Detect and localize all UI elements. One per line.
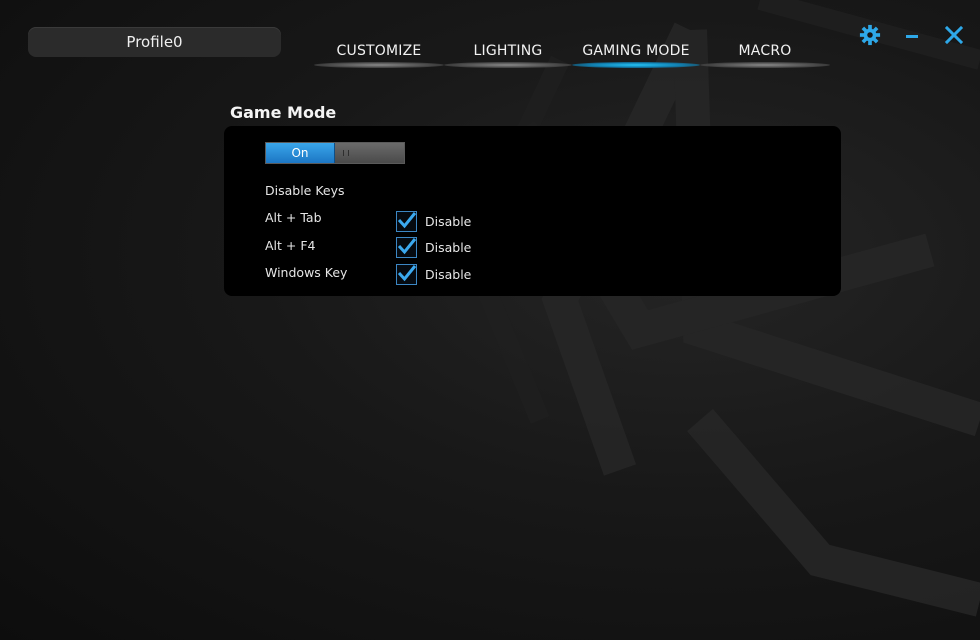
app-window: Profile0 CUSTOMIZE LIGHTING GAMING MODE …: [0, 0, 980, 640]
minimize-button[interactable]: [900, 22, 924, 48]
alt-f4-disable-checkbox[interactable]: [396, 237, 417, 258]
tab-label-customize: CUSTOMIZE: [336, 43, 422, 59]
page-title: Game Mode: [230, 103, 337, 122]
profile-name: Profile0: [126, 33, 183, 51]
alt-tab-disable-checkbox[interactable]: [396, 211, 417, 232]
tab-label-gaming-mode: GAMING MODE: [582, 43, 690, 59]
checkmark-icon: [397, 212, 417, 229]
key-name-alt-tab: Alt + Tab: [265, 210, 322, 225]
settings-button[interactable]: [858, 22, 882, 48]
windows-key-disable-checkbox[interactable]: [396, 264, 417, 285]
alt-tab-disable-label: Disable: [425, 214, 472, 229]
close-button[interactable]: [942, 22, 966, 48]
tab-underline: [700, 62, 830, 68]
gear-icon: [859, 24, 881, 46]
tab-label-macro: MACRO: [738, 43, 792, 59]
toggle-on-label: On: [291, 146, 309, 160]
disable-keys-heading: Disable Keys: [265, 183, 345, 198]
close-icon: [945, 26, 963, 44]
tab-macro[interactable]: MACRO: [700, 40, 830, 68]
toggle-off-segment: [335, 143, 404, 163]
toggle-grip-icon: [343, 150, 349, 156]
windows-key-disable-label: Disable: [425, 267, 472, 282]
toggle-on-segment: On: [266, 143, 335, 163]
game-mode-toggle[interactable]: On: [265, 142, 405, 164]
profile-selector[interactable]: Profile0: [28, 27, 281, 57]
window-controls: [858, 22, 966, 48]
tab-lighting[interactable]: LIGHTING: [444, 40, 572, 68]
tab-underline: [314, 62, 444, 68]
minimize-icon: [906, 35, 918, 38]
tab-label-lighting: LIGHTING: [473, 43, 543, 59]
tab-underline: [444, 62, 572, 68]
background-logo-watermark: [459, 0, 980, 617]
alt-f4-disable-label: Disable: [425, 240, 472, 255]
key-name-alt-f4: Alt + F4: [265, 238, 316, 253]
checkmark-icon: [397, 265, 417, 282]
game-mode-panel: On Disable Keys Alt + Tab Disable Alt + …: [224, 126, 841, 296]
tab-underline-active: [572, 62, 700, 68]
tab-gaming-mode[interactable]: GAMING MODE: [572, 40, 700, 68]
tab-customize[interactable]: CUSTOMIZE: [314, 40, 444, 68]
key-name-windows-key: Windows Key: [265, 265, 348, 280]
checkmark-icon: [397, 238, 417, 255]
